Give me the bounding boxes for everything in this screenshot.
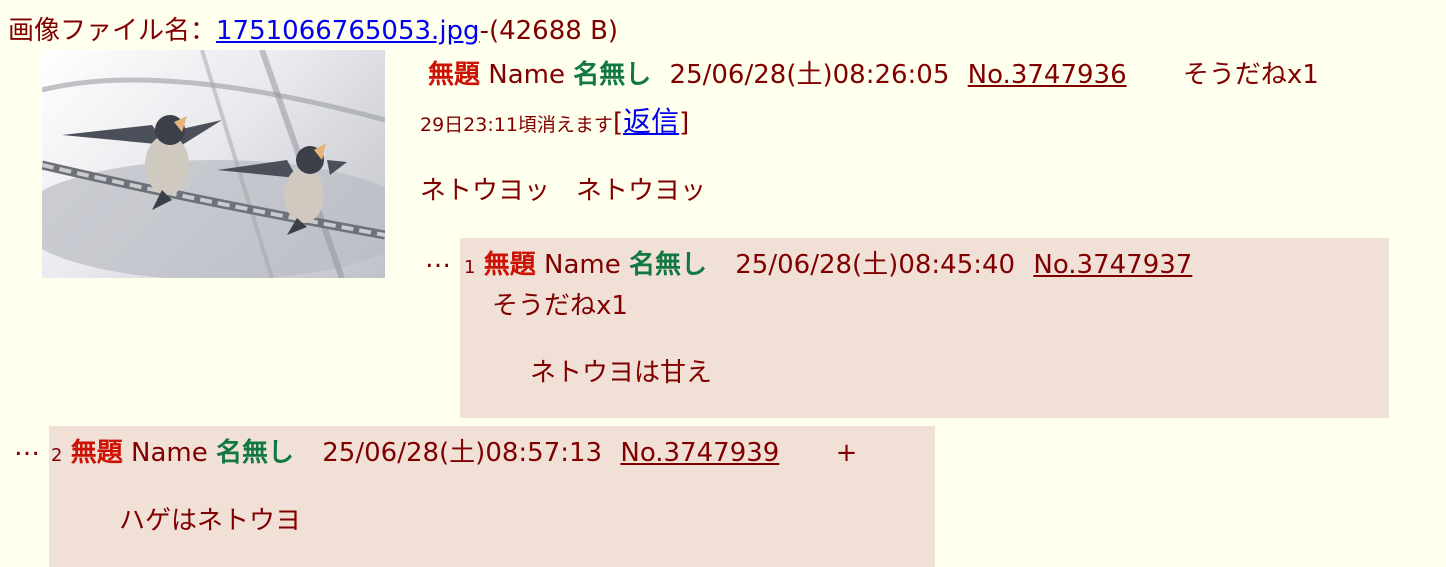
reply-1-poster-name: 名無し (628, 250, 707, 280)
reply-2-post-number[interactable]: No.3747939 (620, 438, 779, 468)
reply-2-datetime: 25/06/28(土)08:57:13 (322, 438, 603, 468)
reply-link[interactable]: 返信 (623, 105, 679, 138)
reply-2-comment: ハゲはネトウヨ (119, 506, 302, 536)
reply-2-name-label: Name (131, 438, 208, 468)
reply-bracket-open: [ (612, 108, 624, 138)
reply-2-sodane-button[interactable]: + (836, 438, 858, 468)
reply-2: 2 無題 Name 名無し 25/06/28(土)08:57:13 No.374… (49, 426, 935, 567)
reply-1: 1 無題 Name 名無し 25/06/28(土)08:45:40 No.374… (460, 238, 1389, 418)
op-poster-name: 名無し (573, 60, 652, 90)
reply-2-index: 2 (51, 445, 63, 466)
reply-1-sodane-button[interactable]: そうだねx1 (492, 285, 628, 322)
op-expire-text: 29日23:11頃消えます (420, 114, 613, 136)
reply-2-subject: 無題 (70, 438, 123, 468)
reply-2-prefix: … (14, 432, 40, 462)
reply-1-header: 1 無題 Name 名無し 25/06/28(土)08:45:40 No.374… (464, 244, 1192, 281)
file-info: 画像ファイル名：1751066765053.jpg-(42688 B) (8, 10, 618, 47)
op-meta: 29日23:11頃消えます[返信] (420, 100, 689, 140)
file-separator: - (479, 16, 489, 46)
file-size: (42688 B) (488, 16, 619, 46)
op-header: 無題 Name 名無し 25/06/28(土)08:26:05 No.37479… (428, 54, 1319, 91)
file-link[interactable]: 1751066765053.jpg (216, 16, 480, 46)
reply-1-post-number[interactable]: No.3747937 (1033, 250, 1192, 280)
reply-2-poster-name: 名無し (215, 438, 294, 468)
op-sodane-button[interactable]: そうだねx1 (1183, 60, 1319, 90)
reply-1-index: 1 (464, 257, 476, 278)
reply-1-name-label: Name (544, 250, 621, 280)
file-label: 画像ファイル名： (8, 16, 217, 46)
reply-1-subject: 無題 (483, 250, 536, 280)
swallows-image (42, 50, 385, 278)
reply-1-datetime: 25/06/28(土)08:45:40 (735, 250, 1016, 280)
op-comment: ネトウヨッ ネトウヨッ (420, 176, 707, 206)
op-subject: 無題 (428, 60, 481, 90)
reply-2-header: 2 無題 Name 名無し 25/06/28(土)08:57:13 No.374… (51, 432, 857, 469)
reply-1-prefix: … (425, 244, 451, 274)
op-name-label: Name (488, 60, 565, 90)
op-post-number[interactable]: No.3747936 (968, 60, 1127, 90)
reply-1-comment: ネトウヨは甘え (530, 358, 713, 388)
op-thumbnail[interactable] (42, 50, 385, 278)
reply-bracket-close: ] (679, 108, 690, 138)
op-datetime: 25/06/28(土)08:26:05 (669, 60, 950, 90)
